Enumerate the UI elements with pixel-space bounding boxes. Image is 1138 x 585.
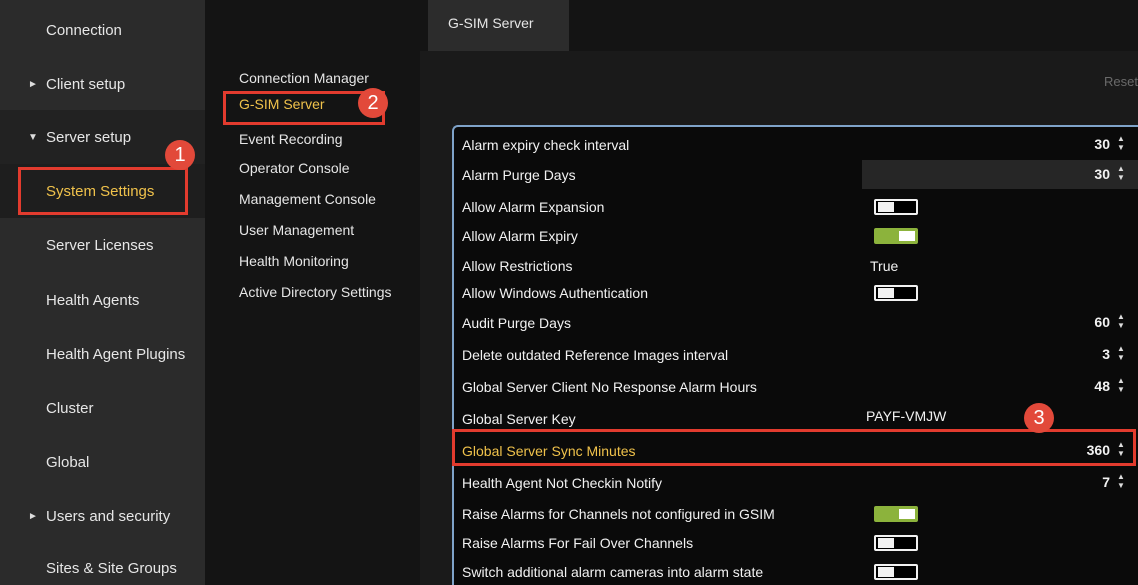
setting-value-text: True	[870, 258, 899, 274]
reset-button[interactable]: Reset	[1104, 74, 1138, 89]
number-value-field[interactable]: 30	[1094, 136, 1110, 152]
nav-item-label: Health Agents	[46, 291, 140, 309]
setting-row[interactable]: Global Server Client No Response Alarm H…	[454, 372, 1138, 401]
left-navigation: Connection ► Client setup ▼ Server setup…	[0, 0, 205, 585]
setting-row[interactable]: Raise Alarms For Fail Over Channels	[454, 528, 1138, 557]
spinner-arrows-icon[interactable]: ▲ ▼	[1117, 134, 1125, 154]
settings-grid: Alarm expiry check interval 30 ▲ ▼ Alarm …	[452, 125, 1138, 585]
nav-item-client-setup[interactable]: ► Client setup	[0, 57, 205, 111]
toggle-knob	[899, 509, 915, 519]
setting-value-text: PAYF-VMJW	[866, 408, 947, 424]
setting-row[interactable]: Allow Alarm Expansion	[454, 192, 1138, 221]
number-value-field[interactable]: 7	[1102, 474, 1110, 490]
menu-item-management-console[interactable]: Management Console	[239, 191, 376, 207]
nav-item-global[interactable]: Global	[0, 435, 205, 489]
nav-item-label: Server setup	[46, 128, 132, 146]
spinner-arrows-icon[interactable]: ▲ ▼	[1117, 472, 1125, 492]
toggle-switch-off[interactable]	[874, 199, 918, 215]
number-value-field[interactable]: 3	[1102, 346, 1110, 362]
nav-item-server-licenses[interactable]: Server Licenses	[0, 218, 205, 272]
setting-name: Allow Alarm Expiry	[462, 228, 578, 244]
nav-item-health-agents[interactable]: Health Agents	[0, 273, 205, 327]
setting-name: Allow Restrictions	[462, 258, 573, 274]
setting-name: Health Agent Not Checkin Notify	[462, 475, 662, 491]
nav-item-label: Health Agent Plugins	[46, 345, 186, 363]
nav-item-label: Client setup	[46, 75, 126, 93]
setting-row[interactable]: Switch additional alarm cameras into ala…	[454, 557, 1138, 585]
tab-bar: G-SIM Server	[420, 0, 1138, 51]
nav-item-label: Sites & Site Groups	[46, 559, 177, 577]
menu-item-operator-console[interactable]: Operator Console	[239, 160, 350, 176]
number-value-field[interactable]: 30	[1094, 166, 1110, 182]
settings-content: G-SIM Server Reset Alarm expiry check in…	[420, 0, 1138, 585]
setting-name: Allow Windows Authentication	[462, 285, 648, 301]
setting-name: Allow Alarm Expansion	[462, 199, 605, 215]
expand-arrow-icon: ►	[28, 78, 38, 90]
nav-item-label: Connection	[46, 21, 122, 39]
menu-item-active-directory-settings[interactable]: Active Directory Settings	[239, 284, 392, 300]
annotation-badge-2: 2	[358, 88, 388, 118]
setting-row[interactable]: Health Agent Not Checkin Notify 7 ▲ ▼	[454, 468, 1138, 497]
setting-row[interactable]: Alarm Purge Days 30 ▲ ▼	[454, 160, 1138, 189]
menu-item-event-recording[interactable]: Event Recording	[239, 131, 343, 147]
collapse-arrow-icon: ▼	[28, 131, 38, 143]
setting-name: Delete outdated Reference Images interva…	[462, 347, 729, 363]
expand-arrow-icon: ►	[28, 510, 38, 522]
setting-name: Alarm expiry check interval	[462, 137, 630, 153]
setting-name: Raise Alarms for Channels not configured…	[462, 506, 775, 522]
annotation-highlight-system-settings	[18, 167, 188, 215]
annotation-badge-3: 3	[1024, 403, 1054, 433]
nav-item-label: Server Licenses	[46, 236, 154, 254]
toggle-knob	[878, 567, 894, 577]
annotation-highlight-sync-minutes	[452, 429, 1136, 466]
setting-name: Global Server Client No Response Alarm H…	[462, 379, 757, 395]
setting-name: Audit Purge Days	[462, 315, 571, 331]
toggle-switch-on[interactable]	[874, 228, 918, 244]
toggle-knob	[878, 538, 894, 548]
menu-item-connection-manager[interactable]: Connection Manager	[239, 70, 369, 86]
spinner-arrows-icon[interactable]: ▲ ▼	[1117, 164, 1125, 184]
tab-gsim-server[interactable]: G-SIM Server	[428, 0, 569, 51]
setting-name: Switch additional alarm cameras into ala…	[462, 564, 764, 580]
setting-row[interactable]: Raise Alarms for Channels not configured…	[454, 499, 1138, 528]
toggle-switch-off[interactable]	[874, 564, 918, 580]
nav-item-sites-and-site-groups[interactable]: Sites & Site Groups	[0, 541, 205, 585]
nav-item-label: Global	[46, 453, 90, 471]
nav-item-connection[interactable]: Connection	[0, 3, 205, 57]
setting-name: Global Server Key	[462, 411, 576, 427]
nav-item-health-agent-plugins[interactable]: Health Agent Plugins	[0, 327, 205, 381]
toggle-knob	[899, 231, 915, 241]
toggle-switch-off[interactable]	[874, 535, 918, 551]
toggle-knob	[878, 202, 894, 212]
nav-item-users-and-security[interactable]: ► Users and security	[0, 489, 205, 543]
toggle-knob	[878, 288, 894, 298]
setting-name: Raise Alarms For Fail Over Channels	[462, 535, 694, 551]
nav-item-cluster[interactable]: Cluster	[0, 381, 205, 435]
spinner-arrows-icon[interactable]: ▲ ▼	[1117, 344, 1125, 364]
settings-category-menu: Connection Manager G-SIM Server Event Re…	[205, 0, 420, 585]
spinner-arrows-icon[interactable]: ▲ ▼	[1117, 376, 1125, 396]
nav-item-label: Cluster	[46, 399, 94, 417]
setting-row[interactable]: Allow Windows Authentication	[454, 278, 1138, 307]
annotation-badge-1: 1	[165, 140, 195, 170]
menu-item-user-management[interactable]: User Management	[239, 222, 354, 238]
setting-row[interactable]: Audit Purge Days 60 ▲ ▼	[454, 308, 1138, 337]
setting-name: Alarm Purge Days	[462, 167, 576, 183]
number-value-field[interactable]: 48	[1094, 378, 1110, 394]
setting-row[interactable]: Delete outdated Reference Images interva…	[454, 340, 1138, 369]
setting-row[interactable]: Alarm expiry check interval 30 ▲ ▼	[454, 130, 1138, 159]
nav-item-label: Users and security	[46, 507, 171, 525]
toggle-switch-off[interactable]	[874, 285, 918, 301]
menu-item-health-monitoring[interactable]: Health Monitoring	[239, 253, 349, 269]
setting-row[interactable]: Allow Alarm Expiry	[454, 221, 1138, 250]
number-value-field[interactable]: 60	[1094, 314, 1110, 330]
setting-row[interactable]: Allow Restrictions True	[454, 251, 1138, 280]
toggle-switch-on[interactable]	[874, 506, 918, 522]
spinner-arrows-icon[interactable]: ▲ ▼	[1117, 312, 1125, 332]
